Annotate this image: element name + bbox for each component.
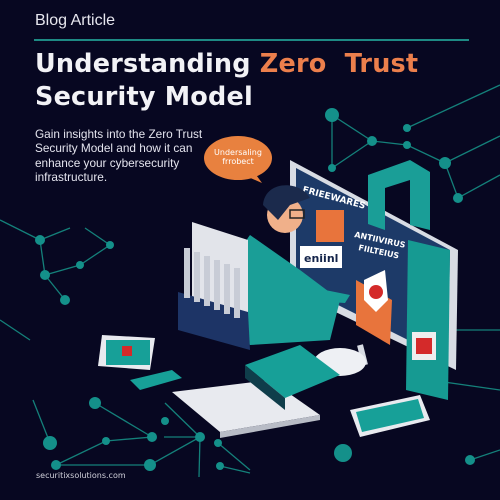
speech-bubble-line: Undersaling [214, 148, 262, 157]
title-highlight: Zero Trust [259, 49, 419, 79]
divider [34, 39, 469, 41]
screen-label: eniinl [304, 252, 338, 265]
phone-icon [130, 370, 182, 390]
speech-bubble: Undersaling frrobect [204, 136, 272, 183]
title-part: Security Model [35, 82, 253, 112]
server-rack [178, 222, 250, 350]
speech-bubble-line: frrobect [222, 157, 254, 166]
article-description: Gain insights into the Zero Trust Securi… [35, 127, 203, 184]
server-panel [406, 240, 450, 400]
blog-category-label: Blog Article [35, 12, 116, 29]
title-part: Understanding [35, 49, 260, 79]
tablet-left [98, 335, 155, 370]
smartphone [350, 395, 430, 437]
page-title: Understanding Zero Trust Security Model [35, 48, 485, 114]
website-link[interactable]: securitixsolutions.com [36, 471, 126, 480]
